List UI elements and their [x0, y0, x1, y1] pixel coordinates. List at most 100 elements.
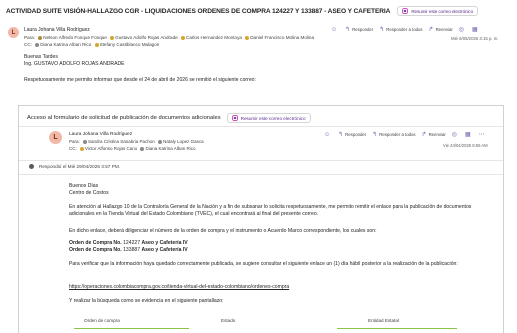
- replied-icon: [29, 164, 34, 169]
- presence-icon: [94, 42, 99, 47]
- presence-icon: [83, 139, 88, 144]
- message-actions: ☺ ↰ Responder ↰ Responder a todos ↱ Reenvia…: [331, 26, 478, 34]
- email-subject: ACTIVIDAD SUITE VISIÓN-HALLAZGO CGR - LI…: [6, 6, 479, 16]
- recipient[interactable]: Sandra Cristina Sanabria Pachon: [88, 139, 155, 144]
- presence-icon: [38, 35, 43, 40]
- order-line-1: Orden de Compra No. 124227 Aseo y Cafete…: [69, 240, 188, 246]
- divider: [19, 126, 503, 127]
- to-line: Para: Sandra Cristina Sanabria Pachon Na…: [69, 139, 204, 144]
- reply-button[interactable]: ↰ Responder: [338, 131, 366, 138]
- sender-name[interactable]: Laura Johana Villa Rodríguez: [69, 132, 132, 137]
- emoji-button[interactable]: ☺: [331, 27, 339, 33]
- to-line: Para: Nelson Alfredo Fonque Fonque Gusta…: [24, 35, 314, 40]
- reply-all-label: Responder a todos: [386, 27, 423, 32]
- paragraph-3: Para verificar que la información haya q…: [69, 261, 458, 267]
- cc-line: CC: Diana Katrina Alban Rico Stefany Cas…: [24, 42, 159, 47]
- replied-notice: Respondió el Mié 29/04/2026 3:57 PM.: [29, 164, 120, 169]
- forward-button[interactable]: ↱ Reenviar: [429, 26, 453, 33]
- presence-icon: [35, 42, 40, 47]
- smile-icon: ☺: [324, 131, 331, 138]
- forwarded-message-panel: Acceso al formulario de solicitud de pub…: [18, 105, 504, 333]
- paragraph-1: En atención al Hallazgo 10 de la Contral…: [69, 204, 472, 217]
- more-button[interactable]: ⋯: [479, 131, 485, 138]
- reply-icon: ↰: [338, 132, 344, 138]
- grid-icon: ▦: [465, 132, 471, 138]
- avatar-initial: L: [53, 134, 58, 141]
- divider: [19, 174, 503, 175]
- presence-icon: [181, 35, 185, 40]
- reply-all-icon: ↰: [372, 132, 378, 138]
- order-item: Aseo y Cafetería IV: [141, 247, 188, 253]
- reply-button[interactable]: ↰ Responder: [345, 26, 373, 33]
- presence-icon: [110, 35, 115, 40]
- emoji-button[interactable]: ☺: [324, 132, 332, 138]
- avatar[interactable]: L: [8, 27, 19, 38]
- summarize-label: Resumir este correo electrónico: [411, 8, 474, 14]
- order-number: 133887: [123, 247, 141, 253]
- forward-icon: ↱: [428, 27, 434, 33]
- column-header: Entidad Estatal: [368, 318, 399, 323]
- summarize-button[interactable]: Resumir este correo electrónico: [226, 113, 311, 123]
- reply-icon: ↰: [345, 27, 351, 33]
- more-icon: ⋯: [478, 132, 485, 138]
- intro-text: Respetuosamente me permito informar que …: [24, 77, 256, 83]
- reply-all-button[interactable]: ↰ Responder a todos: [372, 131, 415, 138]
- recipient[interactable]: Stefany Castiblanco Malagon: [100, 42, 160, 47]
- inner-subject-text: Acceso al formulario de solicitud de pub…: [27, 115, 221, 121]
- recipient[interactable]: Gustavo Adolfo Rojas Andrade: [115, 35, 178, 40]
- teams-icon: ◎: [451, 132, 458, 138]
- table-divider: [74, 328, 189, 329]
- message-date: Vie 24/04/2026 8:59 AM: [443, 143, 488, 148]
- sender-name[interactable]: Laura Johana Villa Rodríguez: [24, 27, 90, 33]
- forward-button[interactable]: ↱ Reenviar: [422, 131, 446, 138]
- summarize-button[interactable]: Resumir este correo electrónico: [397, 6, 479, 16]
- presence-icon: [80, 146, 85, 151]
- reply-all-label: Responder a todos: [379, 132, 416, 137]
- reply-all-button[interactable]: ↰ Responder a todos: [379, 26, 422, 33]
- tvec-link[interactable]: https://operaciones.colombiacompra.gov.c…: [69, 284, 289, 290]
- presence-icon: [245, 35, 250, 40]
- recipient[interactable]: Daniel Francisco Molina Molina: [250, 35, 314, 40]
- order-label: Orden de Compra No.: [69, 247, 122, 253]
- recipient[interactable]: Nelson Alfredo Fonque Fonque: [43, 35, 107, 40]
- message-actions: ☺ ↰ Responder ↰ Responder a todos ↱ Reenvia…: [324, 131, 485, 139]
- cc-label: CC:: [24, 42, 32, 47]
- reply-label: Responder: [345, 132, 367, 137]
- email-subject-text: ACTIVIDAD SUITE VISIÓN-HALLAZGO CGR - LI…: [6, 7, 391, 15]
- order-item: Aseo y Cafetería IV: [141, 240, 188, 246]
- forward-icon: ↱: [421, 132, 427, 138]
- presence-icon: [140, 146, 145, 151]
- column-header: Orden de compra: [84, 318, 120, 323]
- recipient[interactable]: Diana Katrina Alban Rico: [40, 42, 91, 47]
- greeting-recipient: Centro de Costos: [69, 190, 109, 196]
- avatar[interactable]: L: [49, 131, 62, 144]
- reply-label: Responder: [352, 27, 374, 32]
- message-date: Mié 6/05/2026 3:15 p. m.: [451, 36, 499, 41]
- order-label: Orden de Compra No.: [69, 240, 122, 246]
- greeting: Buenas Tardes: [24, 54, 58, 60]
- recipient[interactable]: Diana Katrina Alban Rico: [145, 146, 195, 151]
- greeting: Buenos Días: [69, 183, 99, 189]
- recipient[interactable]: Carlos Hernandez Montoya: [186, 35, 242, 40]
- cc-label: CC:: [69, 146, 77, 151]
- copilot-icon: [402, 8, 409, 14]
- apps-button[interactable]: ▦: [472, 26, 478, 33]
- paragraph-2: En dicho enlace, deberá diligenciar el n…: [69, 228, 377, 234]
- teams-button[interactable]: ◎: [452, 131, 459, 138]
- smile-icon: ☺: [331, 26, 338, 33]
- forward-label: Reenviar: [428, 132, 446, 137]
- teams-button[interactable]: ◎: [459, 26, 466, 33]
- copilot-icon: [231, 115, 238, 121]
- apps-button[interactable]: ▦: [465, 131, 473, 138]
- cc-line: CC: Victor Alfonso Rojas Cano Diana Katr…: [69, 146, 196, 151]
- recipient[interactable]: Nataly Lopez Gasca: [163, 139, 204, 144]
- table-header: Orden de compra Estado Entidad Estatal: [74, 318, 494, 326]
- forward-label: Reenviar: [435, 27, 453, 32]
- teams-icon: ◎: [458, 27, 465, 33]
- to-label: Para:: [24, 35, 35, 40]
- inner-subject: Acceso al formulario de solicitud de pub…: [27, 113, 311, 123]
- summarize-label: Resumir este correo electrónico: [240, 115, 306, 121]
- replied-text: Respondió el Mié 29/04/2026 3:57 PM.: [39, 164, 121, 169]
- recipient[interactable]: Victor Alfonso Rojas Cano: [85, 146, 137, 151]
- reply-all-icon: ↰: [379, 27, 385, 33]
